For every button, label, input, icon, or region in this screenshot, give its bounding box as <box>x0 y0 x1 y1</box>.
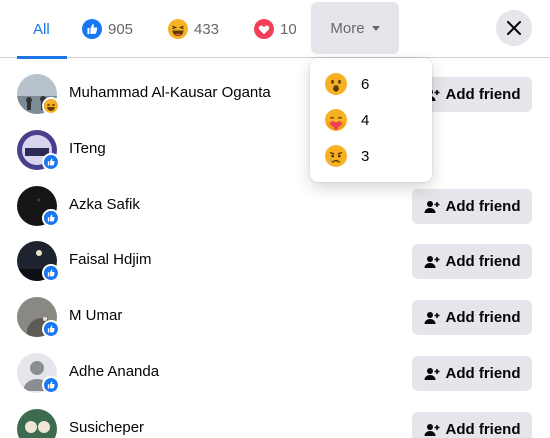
reactions-tab-bar: All 905 433 10 More <box>0 0 550 59</box>
haha-reaction-icon <box>168 19 188 39</box>
add-friend-label: Add friend <box>445 365 521 382</box>
add-friend-icon <box>424 255 439 268</box>
add-friend-icon <box>424 367 439 380</box>
list-item: Muhammad Al-Kausar Oganta Add friend <box>0 66 550 122</box>
sad-count: 3 <box>361 147 370 165</box>
care-count: 4 <box>361 111 370 129</box>
caret-down-icon <box>371 25 380 31</box>
dropdown-item-sad[interactable]: 3 <box>325 145 369 167</box>
add-friend-icon <box>424 200 439 213</box>
care-reaction-icon <box>325 109 347 131</box>
tab-love[interactable]: 10 <box>254 0 297 58</box>
dropdown-item-care[interactable]: 4 <box>325 109 369 131</box>
person-name[interactable]: Faisal Hdjim <box>69 251 152 268</box>
add-friend-button[interactable]: Add friend <box>412 244 532 279</box>
list-item: Adhe Ananda Add friend <box>0 345 550 401</box>
list-item: M Umar Add friend <box>0 289 550 345</box>
add-friend-icon <box>424 423 439 436</box>
list-item: Azka Safik Add friend <box>0 178 550 234</box>
sad-reaction-icon <box>325 145 347 167</box>
add-friend-label: Add friend <box>445 86 521 103</box>
more-label: More <box>330 19 365 37</box>
person-name[interactable]: ITeng <box>69 140 106 157</box>
tab-like[interactable]: 905 <box>82 0 133 58</box>
add-friend-icon <box>424 311 439 324</box>
like-reaction-badge-icon <box>42 264 60 282</box>
wow-reaction-icon <box>325 73 347 95</box>
person-name[interactable]: M Umar <box>69 307 122 324</box>
add-friend-button[interactable]: Add friend <box>412 300 532 335</box>
like-reaction-badge-icon <box>42 320 60 338</box>
close-icon <box>507 21 521 35</box>
add-friend-label: Add friend <box>445 198 521 215</box>
scrollbar-track[interactable] <box>546 60 550 438</box>
list-item: Susicheper Add friend <box>0 401 550 438</box>
like-reaction-badge-icon <box>42 153 60 171</box>
list-item: ITeng <box>0 122 550 178</box>
like-reaction-badge-icon <box>42 209 60 227</box>
add-friend-label: Add friend <box>445 253 521 270</box>
dropdown-item-wow[interactable]: 6 <box>325 73 369 95</box>
like-reaction-icon <box>82 19 102 39</box>
add-friend-label: Add friend <box>445 309 521 326</box>
like-reaction-badge-icon <box>42 376 60 394</box>
avatar[interactable] <box>17 409 57 438</box>
tab-like-count: 905 <box>108 20 134 38</box>
add-friend-button[interactable]: Add friend <box>412 356 532 391</box>
tab-haha[interactable]: 433 <box>168 0 219 58</box>
haha-reaction-badge-icon <box>42 97 60 115</box>
wow-count: 6 <box>361 75 370 93</box>
person-name[interactable]: Susicheper <box>69 419 144 436</box>
close-button[interactable] <box>496 10 532 46</box>
person-name[interactable]: Azka Safik <box>69 196 140 213</box>
add-friend-button[interactable]: Add friend <box>412 189 532 224</box>
tab-haha-count: 433 <box>194 20 220 38</box>
love-reaction-icon <box>254 19 274 39</box>
more-reactions-button[interactable]: More <box>311 2 399 54</box>
tab-all[interactable]: All <box>17 0 67 59</box>
list-item: Faisal Hdjim Add friend <box>0 233 550 289</box>
person-name[interactable]: Muhammad Al-Kausar Oganta <box>69 84 271 101</box>
tab-love-count: 10 <box>280 20 297 38</box>
add-friend-label: Add friend <box>445 421 521 438</box>
add-friend-button[interactable]: Add friend <box>412 412 532 438</box>
tab-all-label: All <box>33 20 50 38</box>
person-name[interactable]: Adhe Ananda <box>69 363 159 380</box>
more-reactions-dropdown: 6 4 3 <box>310 58 432 182</box>
